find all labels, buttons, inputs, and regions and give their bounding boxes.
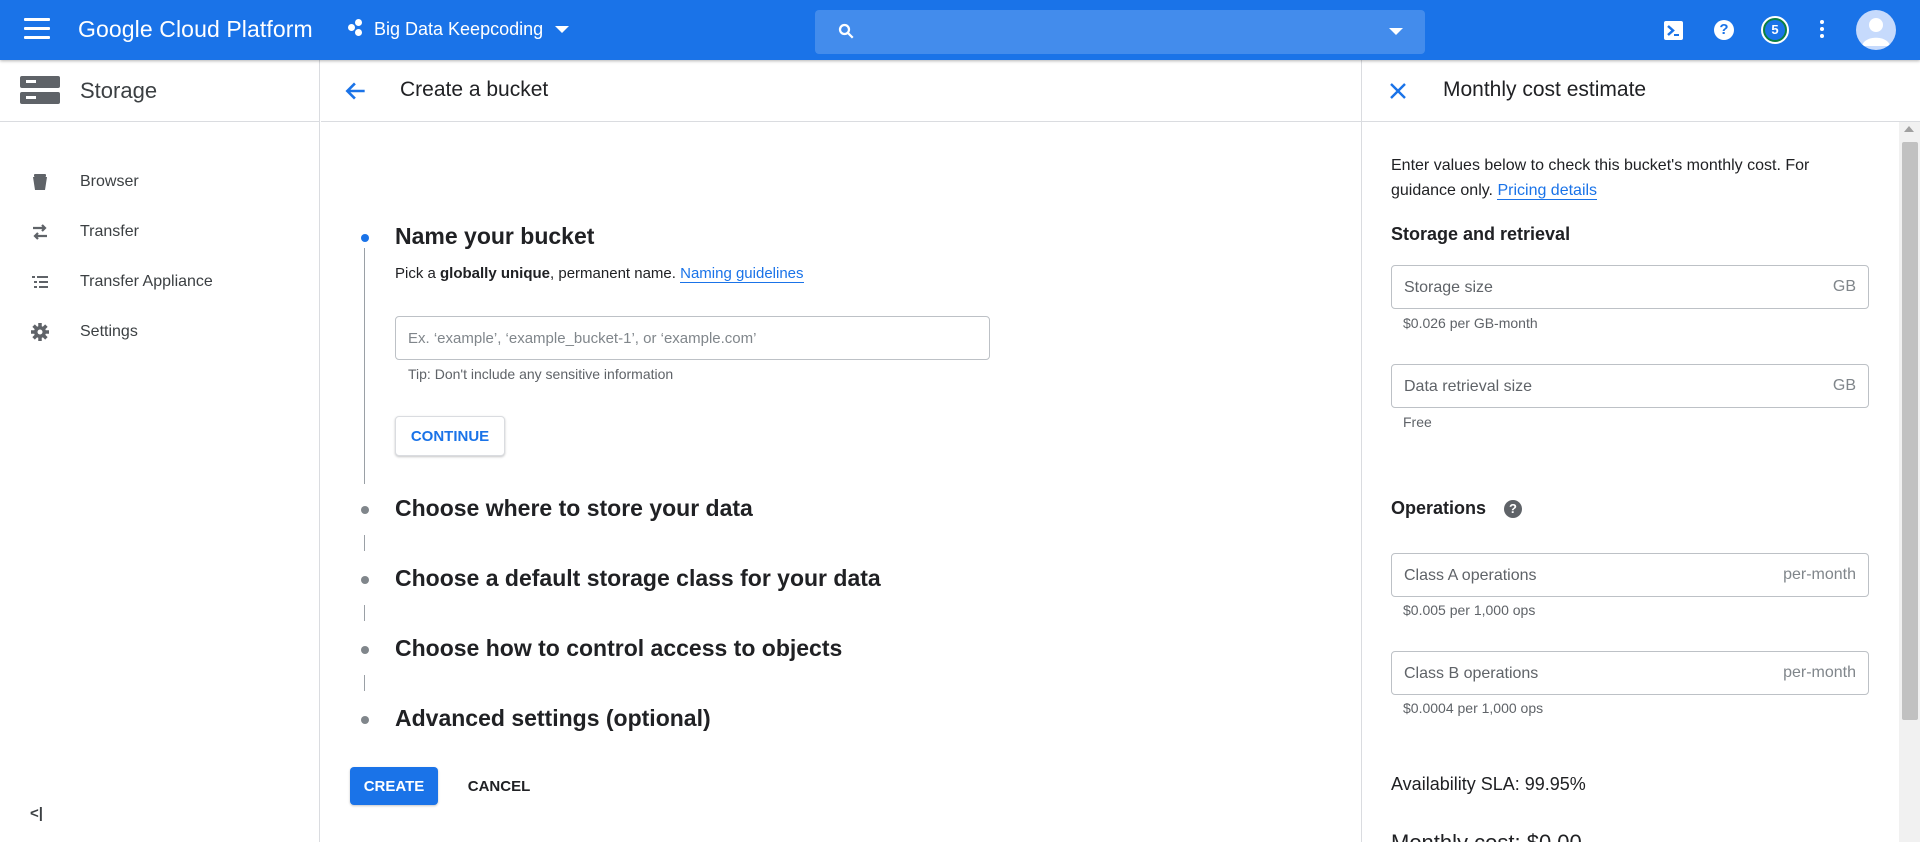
sidebar-item-label: Transfer Appliance	[80, 273, 213, 290]
storage-size-field[interactable]: Storage size GB	[1391, 265, 1869, 309]
step-indicator	[361, 506, 369, 514]
input-tip: Tip: Don't include any sensitive informa…	[408, 366, 674, 382]
search-icon	[838, 23, 854, 39]
sidebar-item-transfer-appliance[interactable]: Transfer Appliance	[0, 257, 320, 307]
transfer-arrows-icon	[33, 224, 47, 240]
help-icon[interactable]: ?	[1714, 20, 1734, 40]
storage-size-placeholder: Storage size	[1404, 279, 1493, 296]
project-name: Big Data Keepcoding	[374, 18, 544, 39]
hamburger-menu-icon[interactable]	[24, 18, 50, 42]
step-title-name-bucket[interactable]: Name your bucket	[395, 223, 594, 250]
operations-heading: Operations	[1391, 498, 1487, 518]
storage-retrieval-heading: Storage and retrieval	[1391, 224, 1571, 244]
class-b-hint: $0.0004 per 1,000 ops	[1403, 700, 1544, 716]
class-b-placeholder: Class B operations	[1404, 665, 1539, 682]
step-indicator	[361, 234, 369, 242]
top-app-bar: Google Cloud Platform Big Data Keepcodin…	[0, 0, 1920, 60]
scroll-up-arrow-icon[interactable]	[1904, 126, 1914, 132]
main-header: Create a bucket	[321, 60, 1361, 122]
unit-label: per-month	[1783, 566, 1856, 583]
storage-size-hint: $0.026 per GB-month	[1403, 315, 1538, 331]
sidebar-item-browser[interactable]: Browser	[0, 157, 320, 207]
step-connector	[364, 248, 365, 484]
pricing-details-link[interactable]: Pricing details	[1497, 182, 1598, 200]
brand-title[interactable]: Google Cloud Platform	[78, 16, 313, 43]
retrieval-size-hint: Free	[1403, 414, 1432, 430]
project-dots-icon	[346, 18, 368, 40]
retrieval-size-field[interactable]: Data retrieval size GB	[1391, 364, 1869, 408]
notification-count: 5	[1765, 20, 1785, 40]
step-description: Pick a globally unique, permanent name. …	[395, 265, 804, 283]
storage-icon	[20, 76, 60, 104]
step-connector	[364, 605, 365, 621]
continue-button[interactable]: CONTINUE	[395, 416, 505, 456]
monthly-cost: Monthly cost: $0.00	[1391, 830, 1582, 842]
sidebar-item-label: Settings	[80, 323, 138, 340]
availability-sla: Availability SLA: 99.95%	[1391, 774, 1586, 794]
cloud-shell-icon[interactable]	[1664, 21, 1683, 40]
sidebar-item-label: Transfer	[80, 223, 139, 240]
panel-title: Monthly cost estimate	[1443, 78, 1647, 101]
panel-intro: Enter values below to check this bucket'…	[1391, 153, 1861, 203]
step-title-advanced-settings[interactable]: Advanced settings (optional)	[395, 705, 711, 732]
project-selector[interactable]: Big Data Keepcoding	[346, 18, 570, 40]
class-a-operations-field[interactable]: Class A operations per-month	[1391, 553, 1869, 597]
sidebar-item-transfer[interactable]: Transfer	[0, 207, 320, 257]
close-icon[interactable]	[1386, 79, 1410, 103]
naming-guidelines-link[interactable]: Naming guidelines	[680, 265, 804, 283]
step-title-storage-class[interactable]: Choose a default storage class for your …	[395, 565, 881, 592]
class-b-operations-field[interactable]: Class B operations per-month	[1391, 651, 1869, 695]
bucket-name-input[interactable]	[395, 316, 990, 360]
sidebar-item-label: Browser	[80, 173, 139, 190]
step-title-location[interactable]: Choose where to store your data	[395, 495, 753, 522]
retrieval-size-placeholder: Data retrieval size	[1404, 378, 1533, 395]
help-circle-icon[interactable]: ?	[1504, 500, 1522, 518]
desc-prefix: Pick a	[395, 265, 441, 282]
chevron-down-icon	[555, 25, 570, 33]
unit-label: per-month	[1783, 664, 1856, 681]
step-indicator	[361, 716, 369, 724]
step-title-access-control[interactable]: Choose how to control access to objects	[395, 635, 842, 662]
more-vert-icon[interactable]	[1818, 20, 1826, 40]
intro-text: Enter values below to check this bucket'…	[1391, 157, 1810, 199]
step-indicator	[361, 576, 369, 584]
sidebar-header: Storage	[0, 60, 319, 122]
page-title: Create a bucket	[400, 78, 549, 101]
sidebar-title: Storage	[80, 78, 158, 103]
step-connector	[364, 535, 365, 551]
sidebar-item-settings[interactable]: Settings	[0, 307, 320, 357]
create-button[interactable]: CREATE	[350, 767, 438, 805]
list-icon	[32, 276, 48, 288]
search-dropdown-icon[interactable]	[1389, 28, 1403, 35]
search-bar[interactable]	[815, 10, 1425, 54]
sidebar: Storage Browser Transfer Transfer Applia…	[0, 60, 320, 842]
class-a-hint: $0.005 per 1,000 ops	[1403, 602, 1536, 618]
unit-label: GB	[1832, 377, 1856, 394]
scrollbar-thumb[interactable]	[1902, 142, 1918, 720]
class-a-placeholder: Class A operations	[1404, 567, 1537, 584]
desc-bold: globally unique	[440, 265, 551, 282]
step-indicator	[361, 646, 369, 654]
back-arrow-icon[interactable]	[343, 78, 369, 104]
main-content: Create a bucket Name your bucket Pick a …	[321, 60, 1361, 842]
gear-icon	[31, 323, 49, 341]
cancel-button[interactable]: CANCEL	[459, 767, 539, 805]
avatar[interactable]	[1856, 10, 1896, 50]
collapse-sidebar-button[interactable]: <|	[30, 805, 43, 822]
panel-header: Monthly cost estimate	[1362, 60, 1920, 122]
notifications-badge[interactable]: 5	[1761, 16, 1789, 44]
bucket-icon	[33, 174, 47, 190]
desc-suffix: , permanent name.	[550, 265, 681, 282]
unit-label: GB	[1832, 278, 1856, 295]
step-connector	[364, 675, 365, 691]
